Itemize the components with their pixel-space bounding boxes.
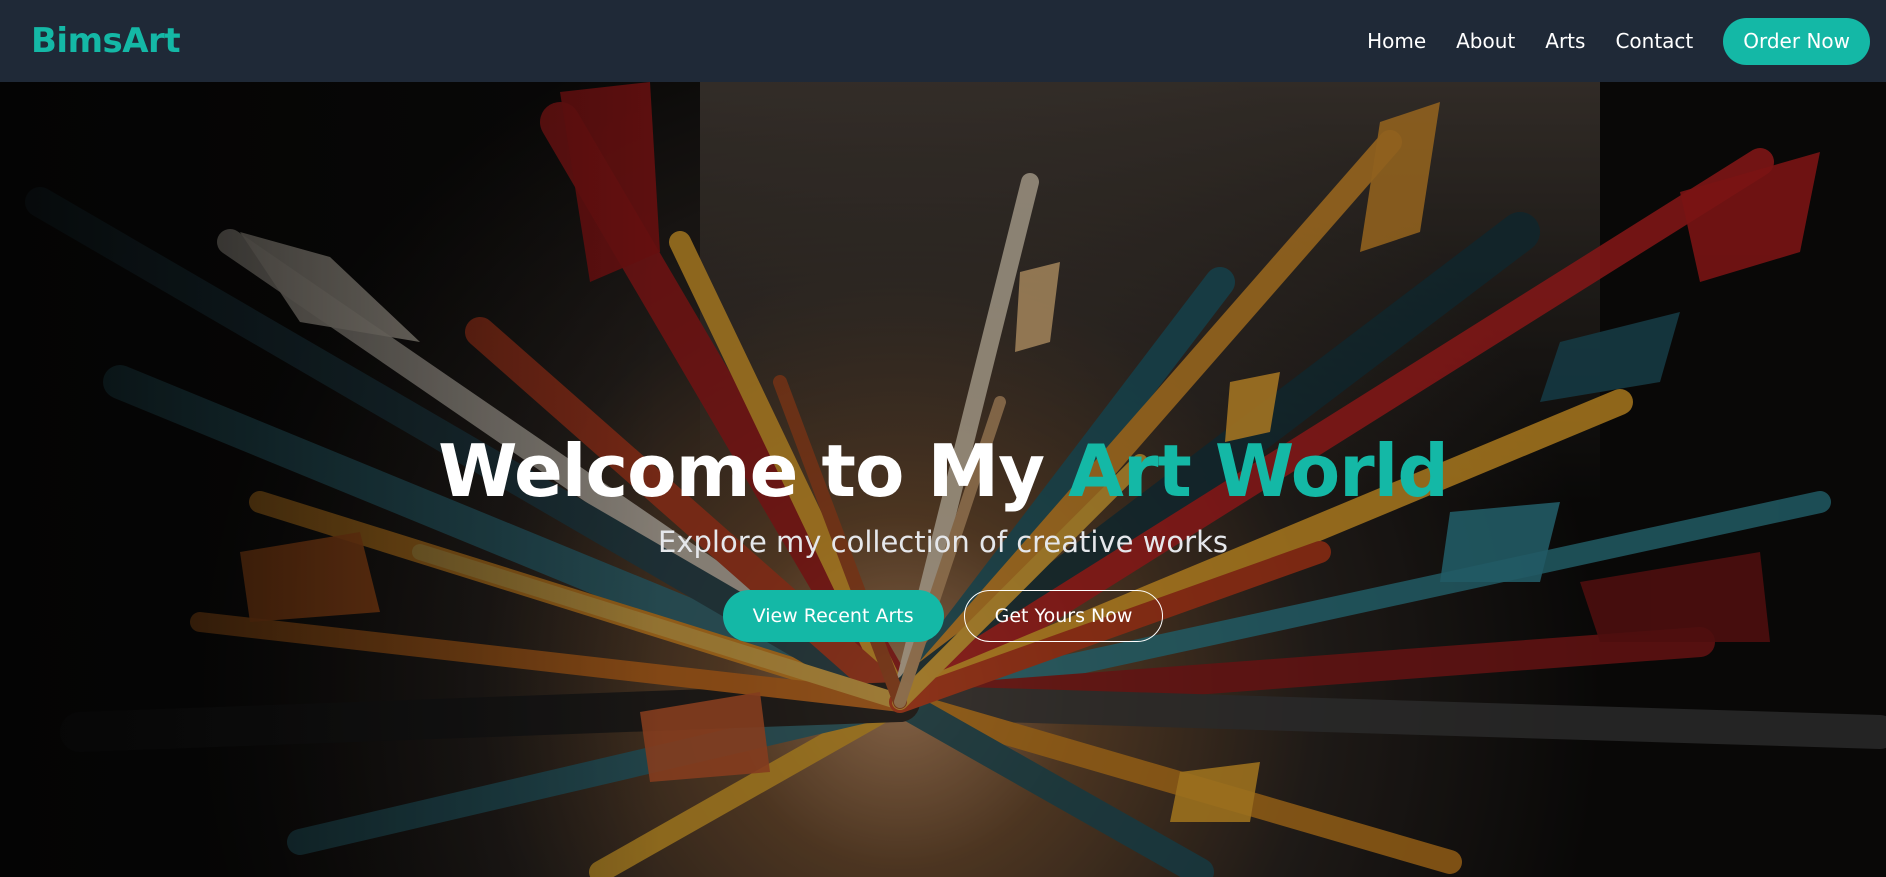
hero-section: Welcome to My Art World Explore my colle…	[0, 82, 1886, 877]
hero-title-accent: Art World	[1068, 429, 1449, 513]
brand-logo[interactable]: BimsArt	[31, 21, 181, 61]
nav-link-contact[interactable]: Contact	[1615, 29, 1693, 53]
get-yours-now-button[interactable]: Get Yours Now	[963, 590, 1164, 642]
hero-content: Welcome to My Art World Explore my colle…	[0, 428, 1886, 642]
view-recent-arts-button[interactable]: View Recent Arts	[722, 590, 944, 642]
main-nav: Home About Arts Contact Order Now	[1337, 17, 1870, 65]
nav-link-about[interactable]: About	[1456, 29, 1515, 53]
hero-title-main: Welcome to My	[438, 429, 1069, 513]
hero-button-group: View Recent Arts Get Yours Now	[0, 590, 1886, 642]
top-navbar: BimsArt Home About Arts Contact Order No…	[0, 0, 1886, 82]
order-now-button[interactable]: Order Now	[1723, 17, 1870, 65]
nav-link-arts[interactable]: Arts	[1545, 29, 1585, 53]
hero-title: Welcome to My Art World	[0, 428, 1886, 514]
hero-subtitle: Explore my collection of creative works	[658, 525, 1228, 559]
nav-link-home[interactable]: Home	[1367, 29, 1426, 53]
